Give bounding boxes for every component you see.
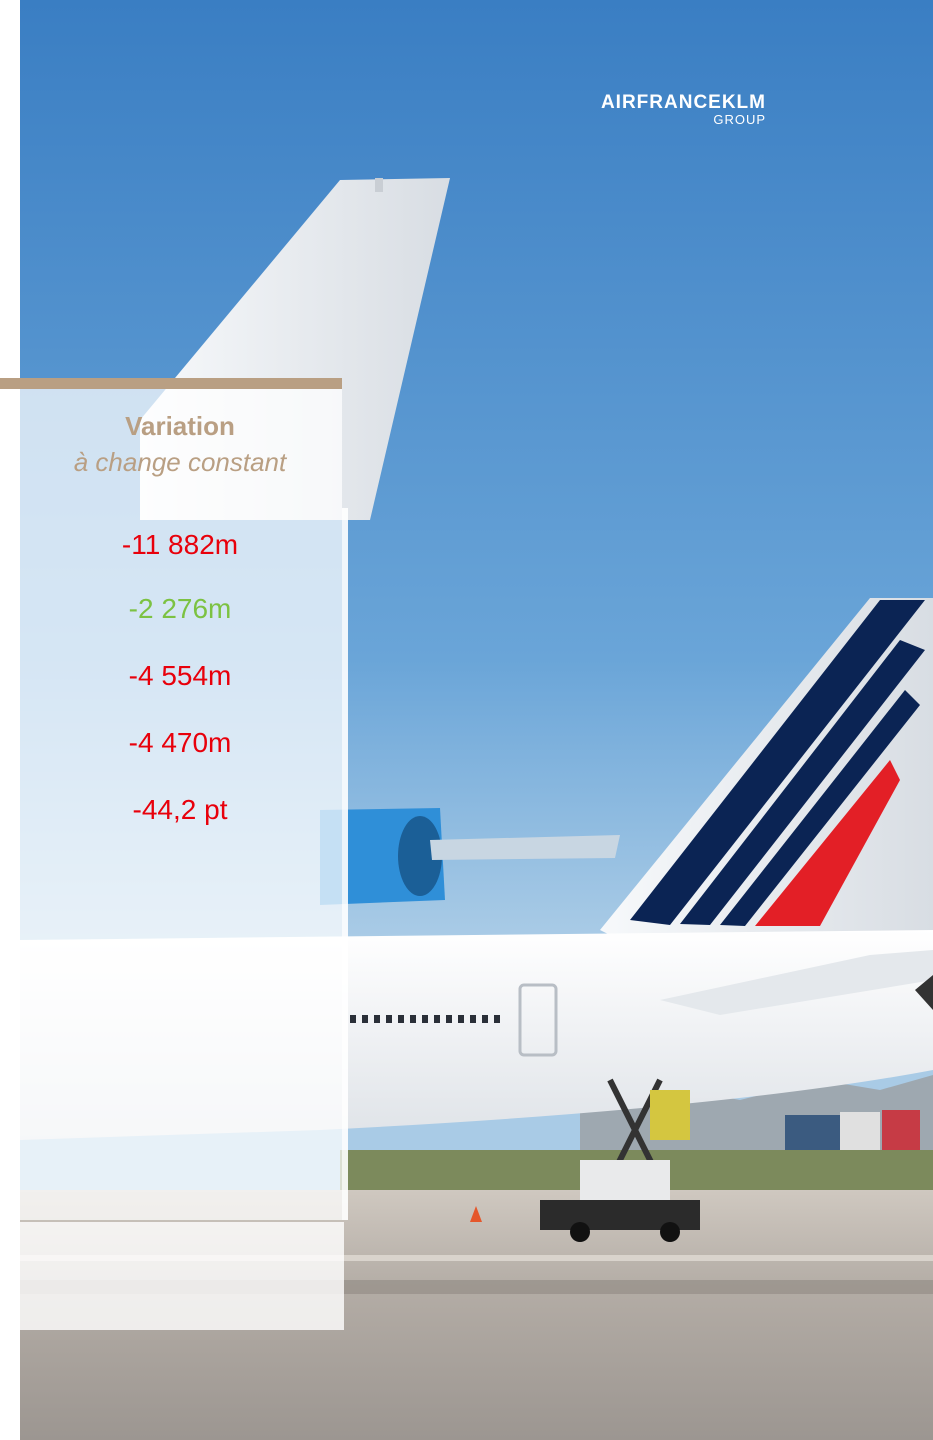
airfrance-klm-logo: AIRFRANCEKLM GROUP bbox=[556, 92, 856, 142]
variation-value: -11 882m bbox=[121, 529, 239, 560]
variation-value: -2 276m bbox=[128, 593, 232, 624]
panel-accent-bar bbox=[0, 378, 342, 389]
variation-subtitle: à change constant bbox=[73, 447, 287, 477]
logo-wordmark: AIRFRANCEKLM bbox=[600, 92, 766, 113]
variation-value: -4 554m bbox=[128, 660, 232, 691]
variation-header: Variation à change constant bbox=[0, 408, 360, 480]
variation-title: Variation bbox=[125, 411, 235, 441]
variation-value: -4 470m bbox=[128, 727, 232, 758]
logo-subtitle: GROUP bbox=[713, 112, 766, 127]
panel-footer bbox=[20, 1222, 344, 1330]
variation-value: -44,2 pt bbox=[132, 794, 228, 825]
slide: AIRFRANCEKLM GROUP Variation à change co… bbox=[0, 0, 933, 1440]
